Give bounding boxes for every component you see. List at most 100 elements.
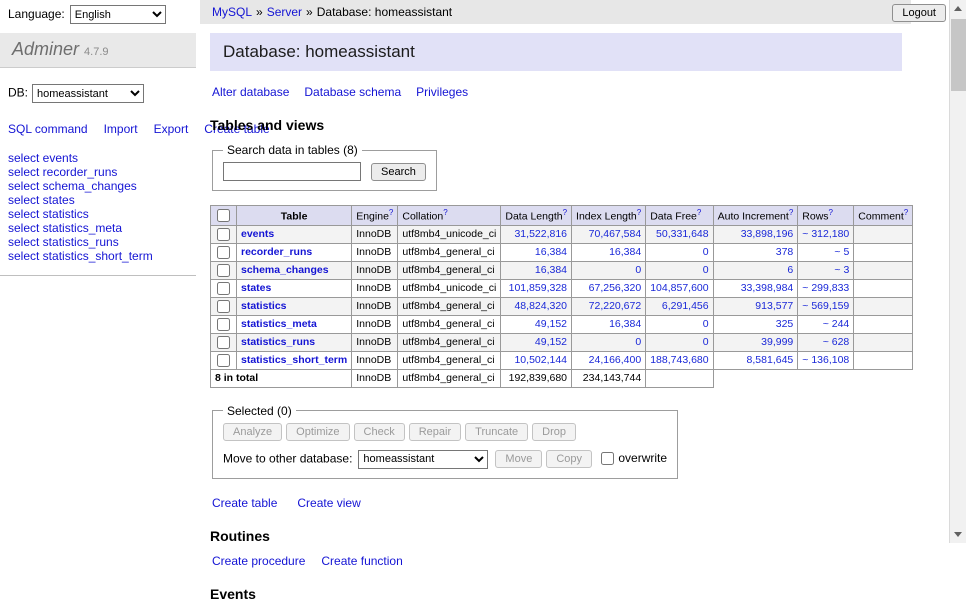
table-name-link[interactable]: recorder_runs: [241, 246, 312, 258]
index-length-link[interactable]: 72,220,672: [589, 300, 642, 312]
column-help-icon[interactable]: ?: [637, 208, 641, 217]
auto-increment-link[interactable]: 913,577: [755, 300, 793, 312]
rows-count-link[interactable]: ~ 312,180: [802, 228, 849, 240]
sidebar-table-link[interactable]: select schema_changes: [8, 179, 196, 193]
row-checkbox[interactable]: [217, 354, 230, 367]
sidebar-table-link[interactable]: select statistics_short_term: [8, 249, 196, 263]
create-link[interactable]: Create table: [212, 496, 277, 510]
data-length-link[interactable]: 16,384: [535, 264, 567, 276]
rows-count-link[interactable]: ~ 628: [823, 336, 850, 348]
index-length-link[interactable]: 70,467,584: [589, 228, 642, 240]
table-name-link[interactable]: statistics_short_term: [241, 354, 347, 366]
search-button[interactable]: Search: [371, 163, 426, 181]
data-length-link[interactable]: 49,152: [535, 318, 567, 330]
data-length-link[interactable]: 10,502,144: [514, 354, 567, 366]
sidebar-table-link[interactable]: select states: [8, 193, 196, 207]
data-length-link[interactable]: 16,384: [535, 246, 567, 258]
bulk-action-button[interactable]: Truncate: [465, 423, 528, 441]
row-checkbox[interactable]: [217, 336, 230, 349]
logout-button[interactable]: Logout: [892, 4, 946, 22]
index-length-link[interactable]: 67,256,320: [589, 282, 642, 294]
data-length-link[interactable]: 49,152: [535, 336, 567, 348]
bulk-action-button[interactable]: Repair: [409, 423, 461, 441]
language-select[interactable]: English: [70, 5, 166, 24]
scrollbar-thumb[interactable]: [951, 19, 966, 91]
bulk-action-button[interactable]: Optimize: [286, 423, 349, 441]
sidebar-table-link[interactable]: select recorder_runs: [8, 165, 196, 179]
column-header[interactable]: Table: [237, 206, 352, 226]
column-header[interactable]: Rows?: [798, 206, 854, 226]
move-button[interactable]: Move: [495, 450, 542, 468]
data-length-link[interactable]: 48,824,320: [514, 300, 567, 312]
rows-count-link[interactable]: ~ 299,833: [802, 282, 849, 294]
row-checkbox[interactable]: [217, 246, 230, 259]
overwrite-checkbox[interactable]: [601, 452, 614, 465]
rows-count-link[interactable]: ~ 244: [823, 318, 850, 330]
table-name-link[interactable]: statistics: [241, 300, 287, 312]
row-checkbox[interactable]: [217, 300, 230, 313]
rows-count-link[interactable]: ~ 136,108: [802, 354, 849, 366]
column-help-icon[interactable]: ?: [697, 208, 701, 217]
row-checkbox[interactable]: [217, 264, 230, 277]
row-checkbox[interactable]: [217, 318, 230, 331]
index-length-link[interactable]: 24,166,400: [589, 354, 642, 366]
column-header[interactable]: Collation?: [398, 206, 501, 226]
database-action-link[interactable]: Privileges: [416, 85, 468, 99]
auto-increment-link[interactable]: 33,898,196: [741, 228, 794, 240]
data-free-link[interactable]: 6,291,456: [662, 300, 709, 312]
sidebar-table-link[interactable]: select statistics_meta: [8, 221, 196, 235]
auto-increment-link[interactable]: 39,999: [761, 336, 793, 348]
data-length-link[interactable]: 31,522,816: [514, 228, 567, 240]
row-checkbox[interactable]: [217, 282, 230, 295]
rows-count-link[interactable]: ~ 5: [834, 246, 849, 258]
select-all-checkbox[interactable]: [217, 209, 230, 222]
column-header[interactable]: Engine?: [352, 206, 398, 226]
index-length-link[interactable]: 0: [635, 336, 641, 348]
create-link[interactable]: Create view: [297, 496, 360, 510]
data-free-link[interactable]: 50,331,648: [656, 228, 709, 240]
column-help-icon[interactable]: ?: [829, 208, 833, 217]
routine-link[interactable]: Create function: [321, 554, 402, 568]
index-length-link[interactable]: 16,384: [609, 318, 641, 330]
auto-increment-link[interactable]: 33,398,984: [741, 282, 794, 294]
sidebar-link[interactable]: Import: [104, 122, 138, 136]
table-name-link[interactable]: events: [241, 228, 274, 240]
column-header[interactable]: Auto Increment?: [713, 206, 798, 226]
data-free-link[interactable]: 0: [703, 264, 709, 276]
column-help-icon[interactable]: ?: [904, 208, 908, 217]
index-length-link[interactable]: 16,384: [609, 246, 641, 258]
table-name-link[interactable]: statistics_meta: [241, 318, 317, 330]
auto-increment-link[interactable]: 325: [776, 318, 794, 330]
column-header[interactable]: Comment?: [854, 206, 913, 226]
column-help-icon[interactable]: ?: [789, 208, 793, 217]
table-name-link[interactable]: states: [241, 282, 271, 294]
column-help-icon[interactable]: ?: [389, 208, 393, 217]
column-header[interactable]: Index Length?: [572, 206, 646, 226]
auto-increment-link[interactable]: 8,581,645: [747, 354, 794, 366]
vertical-scrollbar[interactable]: [949, 0, 966, 543]
auto-increment-link[interactable]: 378: [776, 246, 794, 258]
search-input[interactable]: [223, 162, 361, 181]
table-name-link[interactable]: schema_changes: [241, 264, 329, 276]
sidebar-table-link[interactable]: select events: [8, 151, 196, 165]
data-free-link[interactable]: 0: [703, 336, 709, 348]
db-select[interactable]: homeassistant: [32, 84, 144, 103]
data-free-link[interactable]: 0: [703, 246, 709, 258]
table-name-link[interactable]: statistics_runs: [241, 336, 315, 348]
column-header[interactable]: Data Length?: [501, 206, 572, 226]
bulk-action-button[interactable]: Check: [354, 423, 405, 441]
sidebar-link[interactable]: Export: [154, 122, 189, 136]
scroll-down-button[interactable]: [950, 526, 966, 543]
column-help-icon[interactable]: ?: [443, 208, 447, 217]
auto-increment-link[interactable]: 6: [787, 264, 793, 276]
move-db-select[interactable]: homeassistant: [358, 450, 488, 469]
index-length-link[interactable]: 0: [635, 264, 641, 276]
database-action-link[interactable]: Alter database: [212, 85, 289, 99]
data-length-link[interactable]: 101,859,328: [509, 282, 567, 294]
sidebar-table-link[interactable]: select statistics: [8, 207, 196, 221]
data-free-link[interactable]: 104,857,600: [650, 282, 708, 294]
scroll-up-button[interactable]: [950, 0, 966, 17]
sidebar-link[interactable]: SQL command: [8, 122, 88, 136]
bulk-action-button[interactable]: Drop: [532, 423, 576, 441]
breadcrumb-link-server[interactable]: Server: [267, 5, 302, 19]
